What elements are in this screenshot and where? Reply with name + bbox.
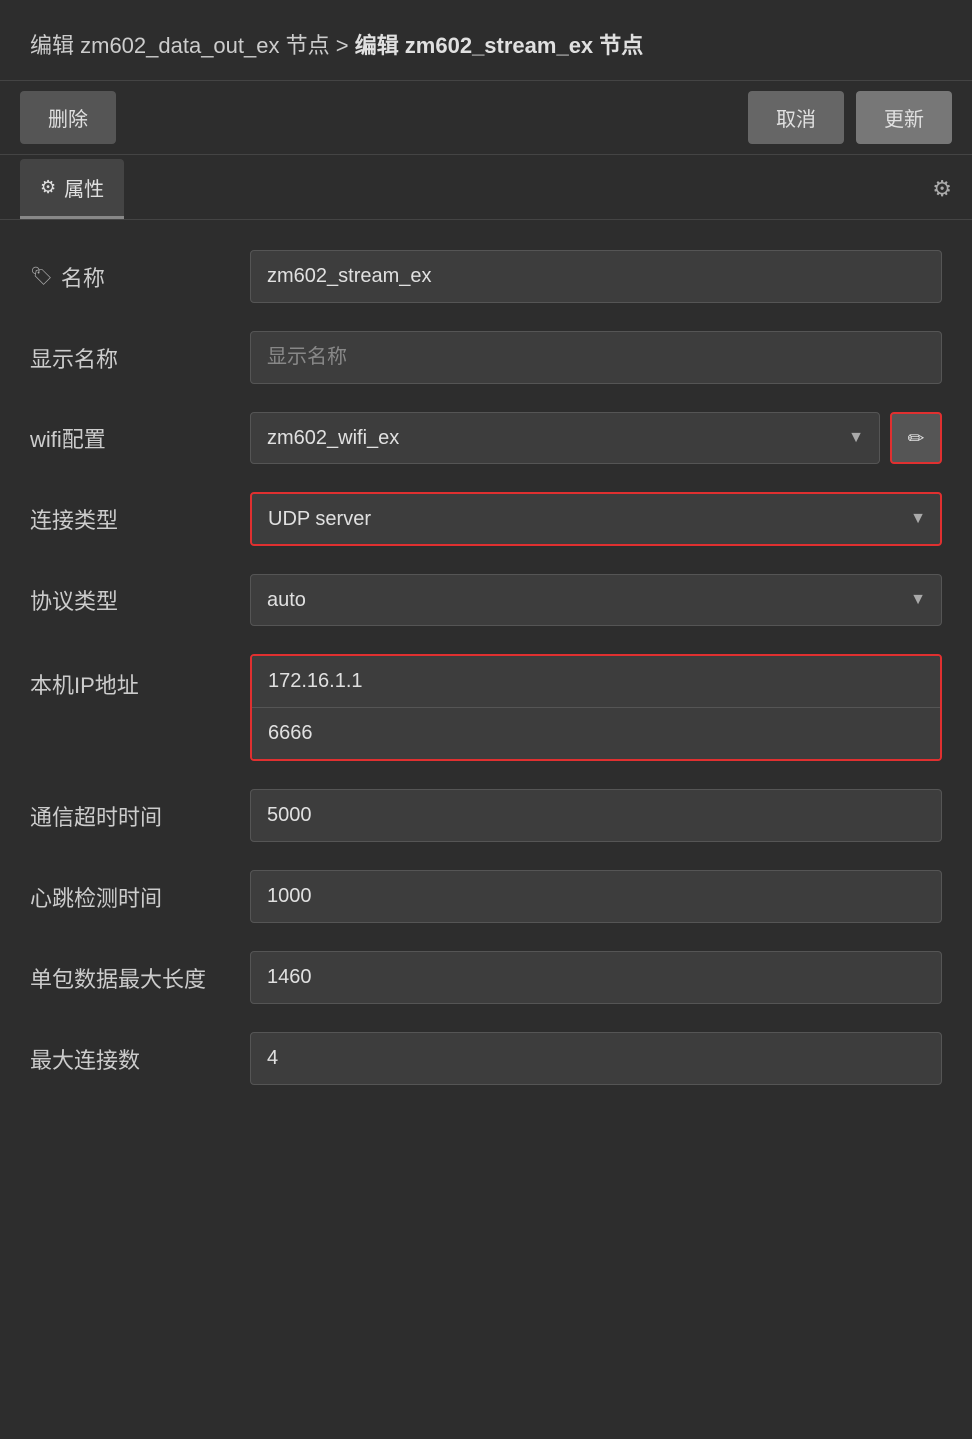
display-name-label: 显示名称	[30, 342, 250, 374]
tab-properties[interactable]: ⚙ 属性	[20, 159, 124, 219]
tag-icon: 🏷	[30, 266, 53, 287]
form-row-timeout: 通信超时时间	[30, 789, 942, 842]
wifi-select-wrapper: zm602_wifi_ex ▼	[250, 412, 880, 464]
heartbeat-input[interactable]	[250, 870, 942, 923]
local-port-input[interactable]	[252, 708, 940, 759]
ip-port-label: 本机IP地址	[30, 654, 250, 700]
form-row-connection-type: 连接类型 UDP server TCP client TCP server ▼	[30, 492, 942, 546]
form-row-max-connections: 最大连接数	[30, 1032, 942, 1085]
properties-gear-icon: ⚙	[40, 177, 56, 198]
delete-button[interactable]: 删除	[20, 91, 116, 144]
name-label: 🏷 名称	[30, 261, 250, 293]
ip-port-group	[250, 654, 942, 761]
form-row-heartbeat: 心跳检测时间	[30, 870, 942, 923]
form-row-name: 🏷 名称	[30, 250, 942, 303]
cancel-button[interactable]: 取消	[748, 91, 844, 144]
max-packet-label: 单包数据最大长度	[30, 962, 250, 994]
tabs-bar: ⚙ 属性 ⚙	[0, 159, 972, 220]
form-row-max-packet: 单包数据最大长度	[30, 951, 942, 1004]
tab-properties-label: 属性	[64, 173, 104, 202]
settings-icon[interactable]: ⚙	[932, 176, 952, 202]
protocol-select[interactable]: auto manual	[250, 574, 942, 626]
breadcrumb: 编辑 zm602_data_out_ex 节点 > 编辑 zm602_strea…	[0, 0, 972, 80]
wifi-edit-button[interactable]: ✏	[890, 412, 942, 464]
wifi-control-wrapper: zm602_wifi_ex ▼ ✏	[250, 412, 942, 464]
update-button[interactable]: 更新	[856, 91, 952, 144]
connection-type-select[interactable]: UDP server TCP client TCP server	[250, 492, 942, 546]
timeout-label: 通信超时时间	[30, 800, 250, 832]
timeout-input[interactable]	[250, 789, 942, 842]
form-row-ip-port: 本机IP地址	[30, 654, 942, 761]
connection-type-select-wrapper: UDP server TCP client TCP server ▼	[250, 492, 942, 546]
form-row-display-name: 显示名称	[30, 331, 942, 384]
wifi-label: wifi配置	[30, 422, 250, 454]
connection-type-label: 连接类型	[30, 503, 250, 535]
breadcrumb-current: 编辑 zm602_stream_ex 节点	[355, 33, 644, 58]
form-row-protocol: 协议类型 auto manual ▼	[30, 574, 942, 626]
display-name-input[interactable]	[250, 331, 942, 384]
max-connections-input[interactable]	[250, 1032, 942, 1085]
wifi-select[interactable]: zm602_wifi_ex	[250, 412, 880, 464]
heartbeat-label: 心跳检测时间	[30, 881, 250, 913]
max-packet-input[interactable]	[250, 951, 942, 1004]
breadcrumb-prefix: 编辑 zm602_data_out_ex 节点 >	[30, 33, 355, 58]
local-ip-input[interactable]	[252, 656, 940, 708]
form-area: 🏷 名称 显示名称 wifi配置 zm602_wifi_ex ▼	[0, 220, 972, 1143]
protocol-label: 协议类型	[30, 584, 250, 616]
protocol-select-wrapper: auto manual ▼	[250, 574, 942, 626]
pencil-icon: ✏	[908, 426, 925, 451]
toolbar: 删除 取消 更新	[0, 80, 972, 155]
max-connections-label: 最大连接数	[30, 1043, 250, 1075]
form-row-wifi: wifi配置 zm602_wifi_ex ▼ ✏	[30, 412, 942, 464]
name-input[interactable]	[250, 250, 942, 303]
